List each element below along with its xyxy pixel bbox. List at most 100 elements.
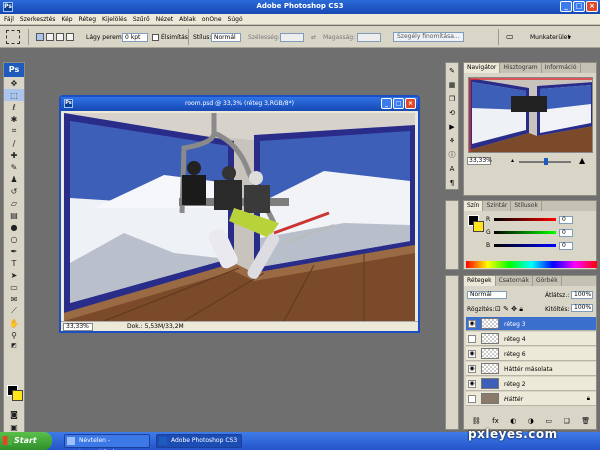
doc-maximize-button[interactable]: □ xyxy=(393,98,404,109)
shape-tool-icon[interactable]: ▭ xyxy=(4,281,24,293)
eye-icon[interactable]: ◉ xyxy=(468,320,476,328)
clone-source-icon[interactable]: ⚘ xyxy=(446,135,458,147)
channel-value-b[interactable]: 0 xyxy=(559,241,573,250)
dodge-tool-icon[interactable]: ○ xyxy=(4,233,24,245)
menu-window[interactable]: Ablak xyxy=(179,16,196,23)
color-background-swatch[interactable] xyxy=(473,221,484,232)
background-color-swatch[interactable] xyxy=(12,390,23,401)
layer-row[interactable]: ◉ réteg 2 xyxy=(466,377,596,391)
layer-style-icon[interactable]: fx xyxy=(492,417,499,427)
blur-tool-icon[interactable]: ● xyxy=(4,221,24,233)
paragraph-panel-icon[interactable]: ¶ xyxy=(446,177,458,189)
close-button[interactable]: × xyxy=(586,1,598,12)
eye-icon[interactable]: ◉ xyxy=(468,380,476,388)
marquee-tool-preset-icon[interactable] xyxy=(6,30,20,44)
delete-layer-icon[interactable]: 🗑︎ xyxy=(581,417,590,427)
brush-tool-icon[interactable]: ✎ xyxy=(4,161,24,173)
actions-panel-icon[interactable]: ▶ xyxy=(446,121,458,133)
marquee-tool-icon[interactable]: ⬚ xyxy=(4,89,24,101)
slice-tool-icon[interactable]: ∕ xyxy=(4,137,24,149)
crop-tool-icon[interactable]: ⌗ xyxy=(4,125,24,137)
blend-mode-select[interactable]: Normál xyxy=(467,291,507,299)
channel-slider-b[interactable] xyxy=(494,244,556,247)
palette-well-icon[interactable]: ▭ xyxy=(506,32,514,41)
width-input[interactable] xyxy=(280,33,304,42)
navigator-zoom-slider-handle[interactable] xyxy=(544,158,548,165)
zoom-in-icon[interactable]: ▲ xyxy=(579,156,585,165)
tab-channels[interactable]: Csatornák xyxy=(496,276,533,286)
taskbar-item-notepad[interactable]: Névtelen - Jegyzettömb xyxy=(64,434,150,450)
maximize-button[interactable]: □ xyxy=(573,1,585,12)
history-panel-icon[interactable]: ⟲ xyxy=(446,107,458,119)
clone-stamp-icon[interactable]: ♟ xyxy=(4,173,24,185)
new-group-icon[interactable]: ▭ xyxy=(545,417,552,427)
lasso-tool-icon[interactable]: ℓ xyxy=(4,101,24,113)
style-select[interactable]: Normál xyxy=(211,33,241,42)
menu-edit[interactable]: Szerkesztés xyxy=(20,16,56,23)
navigator-zoom-field[interactable]: 33,33% xyxy=(467,157,492,165)
eye-hidden-icon[interactable] xyxy=(468,395,476,403)
pen-tool-icon[interactable]: ✒ xyxy=(4,245,24,257)
new-selection-icon[interactable] xyxy=(36,33,44,41)
document-zoom-field[interactable]: 33,33% xyxy=(63,323,93,331)
link-layers-icon[interactable]: ⛓ xyxy=(472,417,481,427)
color-spectrum-bar[interactable] xyxy=(466,261,597,268)
tab-styles[interactable]: Stílusok xyxy=(511,201,542,211)
menu-onone[interactable]: onOne xyxy=(202,16,222,23)
swap-icon[interactable]: ⇄ xyxy=(311,34,316,41)
tab-info[interactable]: Információ xyxy=(542,63,581,73)
path-selection-icon[interactable]: ➤ xyxy=(4,269,24,281)
menu-image[interactable]: Kép xyxy=(61,16,72,23)
layer-comps-icon[interactable]: ❐ xyxy=(446,93,458,105)
layer-row[interactable]: ◉ réteg 3 xyxy=(466,317,596,331)
intersect-selection-icon[interactable] xyxy=(66,33,74,41)
tool-presets-icon[interactable]: ▦ xyxy=(446,79,458,91)
gradient-tool-icon[interactable]: ▤ xyxy=(4,209,24,221)
menu-help[interactable]: Súgó xyxy=(228,16,243,23)
minimize-button[interactable]: _ xyxy=(560,1,572,12)
adjustment-layer-icon[interactable]: ◑ xyxy=(528,417,534,427)
zoom-out-icon[interactable]: ▴ xyxy=(511,157,514,164)
doc-close-button[interactable]: × xyxy=(405,98,416,109)
menu-layer[interactable]: Réteg xyxy=(79,16,96,23)
default-colors-icon[interactable]: ◩ xyxy=(4,341,24,349)
workspace-menu[interactable]: Munkaterület xyxy=(530,34,570,41)
feather-input[interactable]: 0 kpt xyxy=(122,33,148,42)
navigator-thumbnail[interactable] xyxy=(468,77,593,153)
menu-select[interactable]: Kijelölés xyxy=(102,16,127,23)
channel-slider-r[interactable] xyxy=(494,218,556,221)
channel-slider-g[interactable] xyxy=(494,231,556,234)
fill-field[interactable]: 100% xyxy=(571,304,593,312)
lock-pixels-icon[interactable]: ⊡ ✎ ✥ 🔒︎ xyxy=(495,305,523,314)
notes-tool-icon[interactable]: ✉ xyxy=(4,293,24,305)
document-title-bar[interactable]: Ps room.psd @ 33,3% (réteg 3,RGB/8*) _ □… xyxy=(61,97,418,111)
character-panel-icon[interactable]: A xyxy=(446,163,458,175)
tab-layers[interactable]: Rétegek xyxy=(464,276,496,286)
hand-tool-icon[interactable]: ✋ xyxy=(4,317,24,329)
info-panel-icon[interactable]: ⓘ xyxy=(446,149,458,161)
new-layer-icon[interactable]: ❏ xyxy=(564,417,570,427)
doc-minimize-button[interactable]: _ xyxy=(381,98,392,109)
eraser-tool-icon[interactable]: ▱ xyxy=(4,197,24,209)
layer-row[interactable]: ◉ réteg 6 xyxy=(466,347,596,361)
zoom-tool-icon[interactable]: ⚲ xyxy=(4,329,24,341)
brushes-panel-icon[interactable]: ✎ xyxy=(446,65,458,77)
menu-view[interactable]: Nézet xyxy=(156,16,173,23)
eyedropper-tool-icon[interactable]: ⟋ xyxy=(4,305,24,317)
tab-navigator[interactable]: Navigátor xyxy=(464,63,501,73)
tab-curves[interactable]: Görbék xyxy=(533,276,562,286)
taskbar-item-photoshop[interactable]: Adobe Photoshop CS3 xyxy=(156,434,242,448)
tab-histogram[interactable]: Hisztogram xyxy=(500,63,542,73)
height-input[interactable] xyxy=(357,33,381,42)
eye-icon[interactable]: ◉ xyxy=(468,350,476,358)
tab-color[interactable]: Szín xyxy=(464,201,484,211)
layer-row[interactable]: réteg 4 xyxy=(466,332,596,346)
menu-file[interactable]: Fájl xyxy=(4,16,14,23)
subtract-selection-icon[interactable] xyxy=(56,33,64,41)
channel-value-r[interactable]: 0 xyxy=(559,215,573,224)
move-tool-icon[interactable]: ✥ xyxy=(4,77,24,89)
tab-swatches[interactable]: Színtár xyxy=(483,201,512,211)
layer-mask-icon[interactable]: ◐ xyxy=(510,417,516,427)
image-canvas[interactable] xyxy=(64,113,415,321)
eye-icon[interactable]: ◉ xyxy=(468,365,476,373)
